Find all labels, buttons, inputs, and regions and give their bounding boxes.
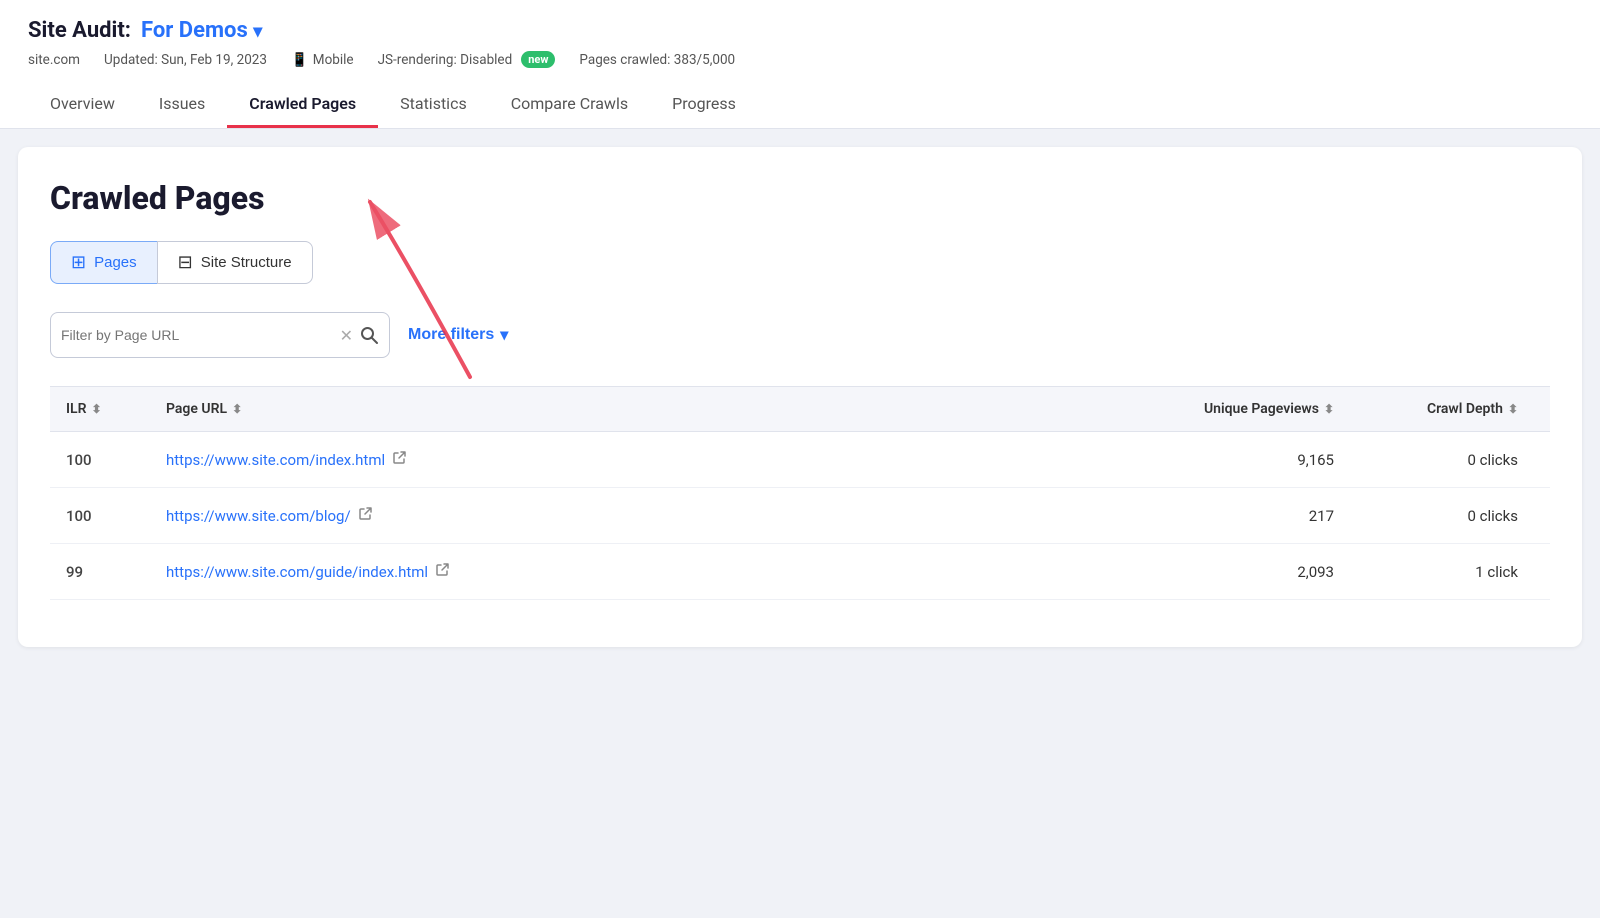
chevron-down-icon: ▾ <box>500 325 508 345</box>
external-link-icon-3 <box>435 562 450 581</box>
col-page-url[interactable]: Page URL ⬍ <box>150 401 1130 417</box>
mobile-label: 📱 Mobile <box>291 52 354 68</box>
table-row: 100 https://www.site.com/blog/ 217 0 cli… <box>50 488 1550 544</box>
search-button[interactable] <box>359 325 379 345</box>
cell-url-2: https://www.site.com/blog/ <box>150 506 1130 525</box>
site-structure-icon: ⊟ <box>178 252 193 273</box>
sort-icon-url: ⬍ <box>232 402 242 416</box>
pages-crawled-label: Pages crawled: 383/5,000 <box>579 52 735 68</box>
cell-ilr-2: 100 <box>50 507 150 525</box>
cell-pageviews-2: 217 <box>1130 507 1350 525</box>
site-audit-label: Site Audit: <box>28 18 131 43</box>
search-input[interactable] <box>61 327 340 343</box>
page-url-link-3[interactable]: https://www.site.com/guide/index.html <box>166 563 428 581</box>
updated-label: Updated: Sun, Feb 19, 2023 <box>104 52 267 68</box>
filter-row: ✕ More filters ▾ <box>50 312 1550 358</box>
pages-icon: ⊞ <box>71 252 86 273</box>
chevron-down-icon: ▾ <box>253 21 262 42</box>
tab-progress[interactable]: Progress <box>650 82 758 128</box>
pages-view-button[interactable]: ⊞ Pages <box>50 241 157 284</box>
cell-url-1: https://www.site.com/index.html <box>150 450 1130 469</box>
page-url-link-1[interactable]: https://www.site.com/index.html <box>166 451 385 469</box>
cell-pageviews-3: 2,093 <box>1130 563 1350 581</box>
top-bar: Site Audit: For Demos ▾ site.com Updated… <box>0 0 1600 129</box>
search-icon <box>359 325 379 345</box>
cell-depth-2: 0 clicks <box>1350 507 1550 525</box>
view-buttons: ⊞ Pages ⊟ Site Structure <box>50 241 1550 284</box>
tab-crawled-pages[interactable]: Crawled Pages <box>227 82 378 128</box>
site-name-dropdown[interactable]: For Demos ▾ <box>141 18 262 43</box>
external-link-icon-1 <box>392 450 407 469</box>
table-row: 100 https://www.site.com/index.html 9,16… <box>50 432 1550 488</box>
col-ilr[interactable]: ILR ⬍ <box>50 401 150 417</box>
sort-icon-ilr: ⬍ <box>92 402 102 416</box>
col-unique-pageviews[interactable]: Unique Pageviews ⬍ <box>1130 401 1350 417</box>
cell-depth-3: 1 click <box>1350 563 1550 581</box>
tab-overview[interactable]: Overview <box>28 82 137 128</box>
new-badge: new <box>521 51 555 68</box>
tab-compare-crawls[interactable]: Compare Crawls <box>489 82 650 128</box>
meta-row: site.com Updated: Sun, Feb 19, 2023 📱 Mo… <box>28 51 1572 68</box>
mobile-icon: 📱 <box>291 52 308 68</box>
cell-url-3: https://www.site.com/guide/index.html <box>150 562 1130 581</box>
cell-pageviews-1: 9,165 <box>1130 451 1350 469</box>
main-content: Crawled Pages ⊞ Pages ⊟ Site Structure ✕… <box>18 147 1582 647</box>
page-url-link-2[interactable]: https://www.site.com/blog/ <box>166 507 351 525</box>
col-crawl-depth[interactable]: Crawl Depth ⬍ <box>1350 401 1550 417</box>
site-structure-view-button[interactable]: ⊟ Site Structure <box>157 241 313 284</box>
cell-ilr-3: 99 <box>50 563 150 581</box>
site-audit-title: Site Audit: For Demos ▾ <box>28 18 1572 43</box>
sort-icon-pageviews: ⬍ <box>1324 402 1334 416</box>
sort-icon-depth: ⬍ <box>1508 402 1518 416</box>
page-heading: Crawled Pages <box>50 179 1550 217</box>
table: ILR ⬍ Page URL ⬍ Unique Pageviews ⬍ Craw… <box>50 386 1550 600</box>
cell-depth-1: 0 clicks <box>1350 451 1550 469</box>
nav-tabs: Overview Issues Crawled Pages Statistics… <box>28 82 1572 128</box>
clear-icon[interactable]: ✕ <box>340 326 353 345</box>
table-row: 99 https://www.site.com/guide/index.html… <box>50 544 1550 600</box>
tab-statistics[interactable]: Statistics <box>378 82 489 128</box>
filter-input-wrap: ✕ <box>50 312 390 358</box>
domain-label: site.com <box>28 52 80 68</box>
js-rendering-label: JS-rendering: Disabled new <box>378 51 556 68</box>
cell-ilr-1: 100 <box>50 451 150 469</box>
tab-issues[interactable]: Issues <box>137 82 227 128</box>
more-filters-button[interactable]: More filters ▾ <box>408 325 508 345</box>
table-header: ILR ⬍ Page URL ⬍ Unique Pageviews ⬍ Craw… <box>50 387 1550 432</box>
external-link-icon-2 <box>358 506 373 525</box>
